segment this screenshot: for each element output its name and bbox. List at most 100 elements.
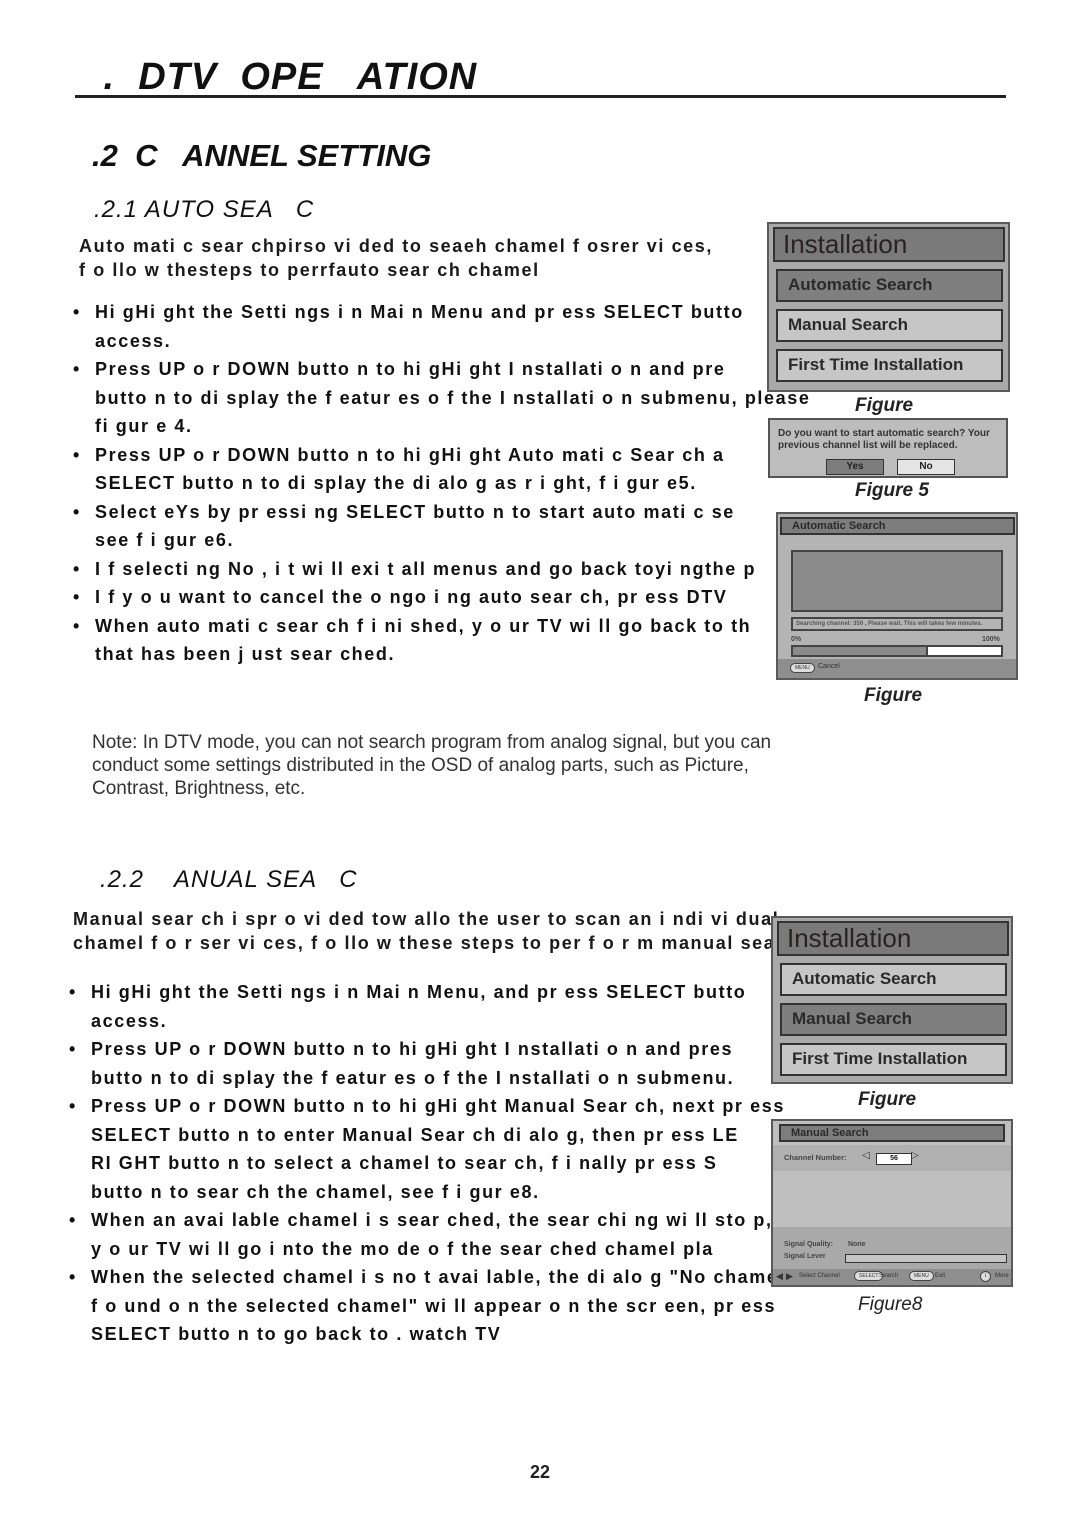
menu-key-icon: MENU [790,663,815,673]
step-line: y o ur TV wi ll go i nto the mo de o f t… [91,1238,714,1259]
bullet-icon: • [69,1210,77,1230]
step-item: • Hi gHi ght the Setti ngs i n Mai n Menu… [69,978,779,1035]
menu-item-manual-search[interactable]: Manual Search [776,309,1003,342]
figure8-manual-search: Manual Search Channel Number: ◁ 56 ▷ Sig… [771,1119,1013,1287]
step-line: SELECT butto n to enter Manual Sear ch d… [91,1124,739,1145]
page-number: 22 [530,1462,551,1482]
note-line: Contrast, Brightness, etc. [92,778,306,799]
step-line: When an avai lable chamel i s sear ched,… [91,1210,773,1230]
manual-search-intro: Manual sear ch i spr o vi ded tow allo t… [73,907,815,955]
intro-line: Manual sear ch i spr o vi ded tow allo t… [73,909,780,929]
bullet-icon: • [69,1039,77,1059]
chapter-title: . DTV OPE ATION [92,56,478,98]
bullet-icon: • [69,1267,77,1287]
auto-search-intro: Auto mati c sear chpirso vi ded to seaeh… [79,234,713,282]
channel-left-arrow-icon[interactable]: ◁ [862,1150,870,1161]
search-label: Search [879,1273,899,1279]
step-line: Press UP o r DOWN butto n to hi gHi ght … [95,444,725,465]
step-line: that has been j ust sear ched. [95,644,396,664]
select-channel-label: Select Channel [799,1273,840,1279]
figure6-caption: Figure [864,685,923,706]
osd-title: Installation [777,921,1009,956]
step-line: RI GHT butto n to select a chamel to sea… [91,1153,718,1173]
right-arrow-key-icon: ▶ [786,1271,793,1281]
menu-item-first-time-installation[interactable]: First Time Installation [780,1043,1007,1076]
progress-min-label: 0% [791,636,802,643]
info-icon: i [980,1271,991,1282]
step-line: see f i gur e6. [95,530,235,550]
step-line: Press UP o r DOWN butto n to hi gHi ght … [91,1096,785,1116]
progress-bar [791,645,1003,657]
step-line: I f y o u want to cancel the o ngo i ng … [95,587,728,607]
bullet-icon: • [73,444,81,465]
bullet-icon: • [73,359,81,379]
no-button[interactable]: No [897,459,955,475]
step-item: • Press UP o r DOWN butto n to hi gHi ght… [69,1092,785,1206]
osd-title: Automatic Search [780,517,1015,535]
step-line: I f selecti ng No , i t wi ll exi t all … [95,558,757,579]
step-line: access. [95,330,172,351]
step-line: Press UP o r DOWN butto n to hi gHi ght … [95,359,726,379]
more-label: More [995,1273,1009,1279]
figure6-auto-search-progress: Automatic Search Searching channel: 350 … [776,512,1018,680]
step-line: When auto mati c sear ch f i ni shed, y … [95,615,752,636]
signal-level-bar [845,1254,1007,1263]
figure4-caption: Figure [855,395,914,416]
menu-item-first-time-installation[interactable]: First Time Installation [776,349,1003,382]
chapter-rule [75,95,1006,98]
step-line: butto n to di splay the f eatur es o f t… [91,1067,735,1088]
figure7-installation-menu: Installation Automatic Search Manual Sea… [771,916,1013,1084]
note-line: Note: In DTV mode, you can not search pr… [92,732,772,753]
bullet-icon: • [69,1096,77,1116]
manual-search-heading: .2.2 ANUAL SEA C [100,866,358,893]
bullet-icon: • [73,501,81,522]
channel-number-field[interactable]: 56 [876,1153,912,1165]
progress-max-label: 100% [982,636,1000,643]
manual-search-steps: • Hi gHi ght the Setti ngs i n Mai n Menu… [69,978,797,1349]
cancel-label[interactable]: Cancel [818,663,840,670]
figure4-installation-menu: Installation Automatic Search Manual Sea… [767,222,1010,392]
step-item: • Press UP o r DOWN butto n to hi gHi ght… [69,1035,779,1092]
bullet-icon: • [73,558,81,579]
bullet-icon: • [73,615,81,636]
note: Note: In DTV mode, you can not search pr… [92,731,771,800]
step-line: SELECT butto n to go back to . watch TV [91,1324,502,1344]
menu-item-automatic-search[interactable]: Automatic Search [776,269,1003,302]
bullet-icon: • [73,587,81,607]
step-item: • Press UP o r DOWN butto n to hi gHi ght… [73,355,852,441]
menu-item-manual-search[interactable]: Manual Search [780,1003,1007,1036]
step-line: When the selected chamel i s no t avai l… [91,1267,797,1287]
step-line: fi gur e 4. [95,416,193,436]
step-line: butto n to sear ch the chamel, see f i g… [91,1181,540,1202]
auto-search-heading: .2.1 AUTO SEA C [94,196,315,223]
figure7-caption: Figure [858,1089,917,1110]
yes-button[interactable]: Yes [826,459,884,475]
exit-label: Exit [935,1273,946,1279]
step-item: • Hi gHi ght the Setti ngs i n Mai n Menu… [73,298,775,355]
osd-title: Installation [773,227,1005,262]
step-item: • I f selecti ng No , i t wi ll exi t all… [73,555,775,584]
note-line: conduct some settings distributed in the… [92,755,749,776]
step-line: SELECT butto n to di splay the di alo g … [95,473,697,493]
osd-title: Manual Search [779,1124,1005,1142]
bullet-icon: • [73,302,81,322]
menu-key-icon: MENU [909,1271,934,1281]
progress-fill [793,647,929,655]
channel-list-area [791,550,1003,612]
menu-item-automatic-search[interactable]: Automatic Search [780,963,1007,996]
step-line: Press UP o r DOWN butto n to hi gHi ght … [91,1039,734,1059]
search-status: Searching channel: 350 , Please wait. Th… [791,617,1003,631]
step-item: • When the selected chamel i s no t avai … [69,1263,797,1349]
bullet-icon: • [69,982,77,1002]
signal-quality-label: Signal Quality: [784,1241,834,1248]
signal-area: Signal Quality: None Signal Lever [773,1227,1011,1269]
step-item: • Press UP o r DOWN butto n to hi gHi ght… [73,441,775,498]
step-line: Select eYs by pr essi ng SELECT butto n … [95,501,735,522]
channel-right-arrow-icon[interactable]: ▷ [911,1150,919,1161]
figure5-caption: Figure 5 [855,480,929,501]
auto-search-steps: • Hi gHi ght the Setti ngs i n Mai n Menu… [73,298,852,669]
left-arrow-key-icon: ◀ [776,1271,783,1281]
step-line: f o und o n the selected chamel" wi ll a… [91,1295,777,1316]
step-line: access. [91,1010,168,1031]
step-line: butto n to di splay the f eatur es o f t… [95,387,852,408]
